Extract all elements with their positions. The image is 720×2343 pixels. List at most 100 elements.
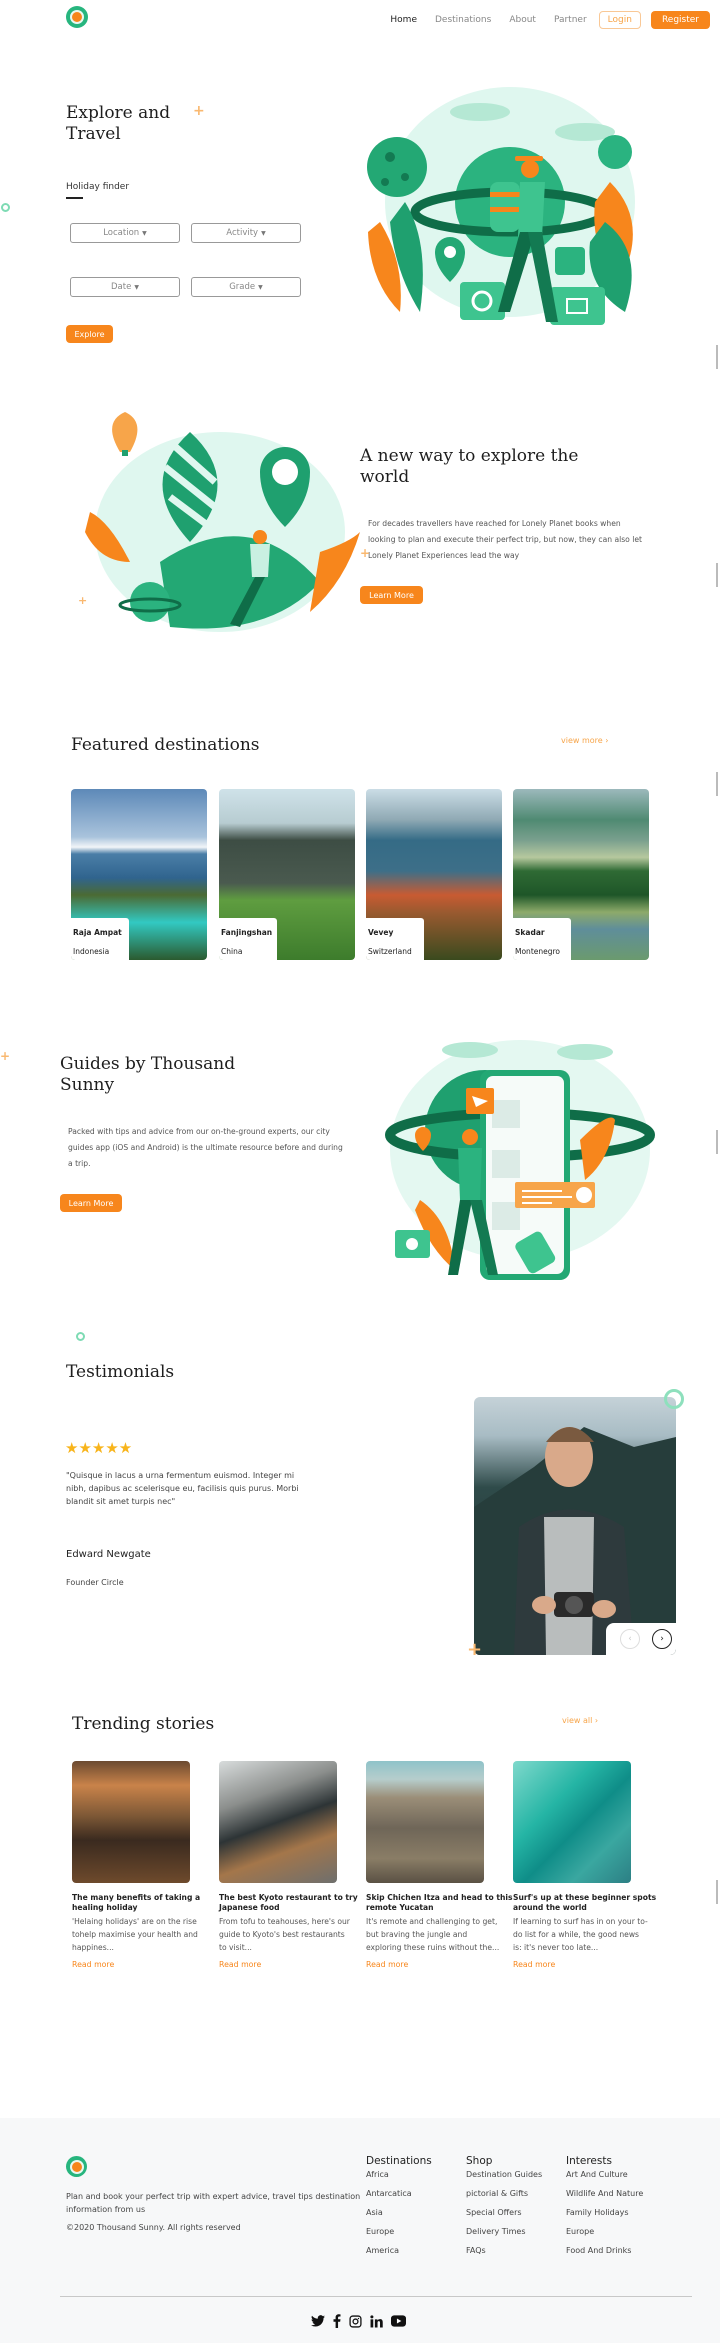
destination-card[interactable]: Fanjingshan China [219, 789, 355, 960]
destination-card[interactable]: Vevey Switzerland [366, 789, 502, 960]
scroll-marker[interactable] [716, 345, 718, 369]
cloud-icon [557, 1044, 613, 1060]
story-excerpt: If learning to surf has in on your to-do… [513, 1915, 656, 1954]
story-title: The many benefits of taking a healing hol… [72, 1893, 200, 1913]
social-links [311, 2314, 406, 2328]
nav-about[interactable]: About [509, 15, 536, 25]
footer-column-title: Interests [566, 2155, 612, 2167]
explore-learn-more-button[interactable]: Learn More [360, 586, 423, 604]
scroll-marker[interactable] [716, 772, 718, 796]
trending-title: Trending stories [72, 1714, 215, 1734]
logo[interactable] [66, 6, 88, 28]
explore-title-line1: A new way to explore the [360, 446, 579, 466]
scroll-marker[interactable] [716, 1880, 718, 1904]
footer-link[interactable]: Special Offers [466, 2208, 542, 2217]
story-excerpt-line: If learning to surf has in on your to- [513, 1917, 648, 1926]
planet-icon [130, 582, 170, 622]
nav-home[interactable]: Home [390, 15, 417, 25]
testimonials-title: Testimonials [66, 1362, 175, 1382]
guides-text: Packed with tips and advice from our on-… [68, 1124, 343, 1172]
decor-plus-icon: + [360, 546, 371, 560]
footer-divider [60, 2296, 692, 2297]
story-card[interactable]: The best Kyoto restaurant to try Japanese… [219, 1761, 358, 1969]
read-more-link[interactable]: Read more [513, 1960, 656, 1969]
story-image [513, 1761, 631, 1883]
decor-plus-icon: + [193, 103, 205, 119]
twitter-icon[interactable] [311, 2315, 325, 2327]
testimonial-role: Founder Circle [66, 1578, 124, 1587]
guides-learn-more-button[interactable]: Learn More [60, 1194, 122, 1212]
destination-name: Raja Ampat [73, 928, 122, 937]
testimonial-photo: ‹ › [474, 1397, 676, 1655]
caret-down-icon: ▼ [258, 283, 263, 291]
explore-button[interactable]: Explore [66, 325, 113, 343]
thumbs-up-icon [555, 247, 585, 275]
destination-name: Fanjingshan [221, 928, 273, 937]
footer-link[interactable]: Food And Drinks [566, 2246, 643, 2255]
destination-card[interactable]: Raja Ampat Indonesia [71, 789, 207, 960]
view-all-link[interactable]: view all › [562, 1716, 598, 1725]
story-card[interactable]: Surf's up at these beginner spots around … [513, 1761, 656, 1969]
hero-title: Explore and Travel [66, 103, 170, 145]
camera-icon [460, 282, 505, 320]
explore-text: For decades travellers have reached for … [368, 516, 642, 564]
story-card[interactable]: Skip Chichen Itza and head to this remote… [366, 1761, 513, 1969]
footer-link[interactable]: pictorial & Gifts [466, 2189, 542, 2198]
instagram-icon[interactable] [349, 2314, 362, 2328]
destination-country: China [221, 947, 243, 956]
destination-country: Indonesia [73, 947, 110, 956]
location-select[interactable]: Location ▼ [70, 223, 180, 243]
guides-title-line2: Sunny [60, 1075, 115, 1095]
story-card[interactable]: The many benefits of taking a healing hol… [72, 1761, 200, 1969]
login-button[interactable]: Login [598, 11, 641, 29]
caret-down-icon: ▼ [261, 229, 266, 237]
explore-illustration [85, 412, 360, 632]
date-select[interactable]: Date ▼ [70, 277, 180, 297]
footer-logo[interactable] [66, 2156, 87, 2177]
story-excerpt-line: do list for a while, the good news [513, 1930, 639, 1939]
footer-link[interactable]: Asia [366, 2208, 432, 2217]
linkedin-icon[interactable] [370, 2314, 383, 2328]
chevron-left-icon: ‹ [628, 1634, 632, 1644]
footer-link[interactable]: Wildlife And Nature [566, 2189, 643, 2198]
story-title-line: Surf's up at these beginner spots [513, 1893, 657, 1902]
footer-link[interactable]: America [366, 2246, 432, 2255]
cloud-icon [442, 1042, 498, 1058]
footer-link[interactable]: Destination Guides [466, 2170, 542, 2179]
prev-button[interactable]: ‹ [620, 1629, 640, 1649]
story-excerpt-line: to visit... [219, 1943, 252, 1952]
grade-select[interactable]: Grade ▼ [191, 277, 301, 297]
footer-link[interactable]: Europe [566, 2227, 643, 2236]
caret-down-icon: ▼ [142, 229, 147, 237]
story-title-line: around the world [513, 1903, 587, 1912]
activity-select-label: Activity [226, 228, 259, 238]
chevron-right-icon: › [660, 1634, 664, 1644]
footer-link[interactable]: Art And Culture [566, 2170, 643, 2179]
read-more-link[interactable]: Read more [72, 1960, 200, 1969]
person-photo-illustration [474, 1427, 676, 1655]
footer-link[interactable]: Delivery Times [466, 2227, 542, 2236]
footer-column-shop: Shop Destination Guides pictorial & Gift… [466, 2155, 542, 2255]
facebook-icon[interactable] [333, 2314, 341, 2328]
next-button[interactable]: › [652, 1629, 672, 1649]
register-button[interactable]: Register [650, 11, 710, 29]
footer-link[interactable]: FAQs [466, 2246, 542, 2255]
nav-partner[interactable]: Partner [554, 15, 587, 25]
read-more-link[interactable]: Read more [366, 1960, 513, 1969]
footer-link[interactable]: Africa [366, 2170, 432, 2179]
youtube-icon[interactable] [391, 2315, 406, 2327]
view-more-label: view more [561, 736, 603, 745]
story-excerpt-line: guide to Kyoto's best restaurants [219, 1930, 345, 1939]
view-more-link[interactable]: view more › [561, 736, 608, 745]
scroll-marker[interactable] [716, 1130, 718, 1154]
nav-destinations[interactable]: Destinations [435, 15, 491, 25]
scroll-marker[interactable] [716, 563, 718, 587]
footer-link[interactable]: Family Holidays [566, 2208, 643, 2217]
footer-link[interactable]: Europe [366, 2227, 432, 2236]
read-more-link[interactable]: Read more [219, 1960, 358, 1969]
caret-down-icon: ▼ [134, 283, 139, 291]
activity-select[interactable]: Activity ▼ [191, 223, 301, 243]
footer-link[interactable]: Antarcatica [366, 2189, 432, 2198]
destination-card[interactable]: Skadar Montenegro [513, 789, 649, 960]
story-title: The best Kyoto restaurant to try Japanese… [219, 1893, 358, 1913]
